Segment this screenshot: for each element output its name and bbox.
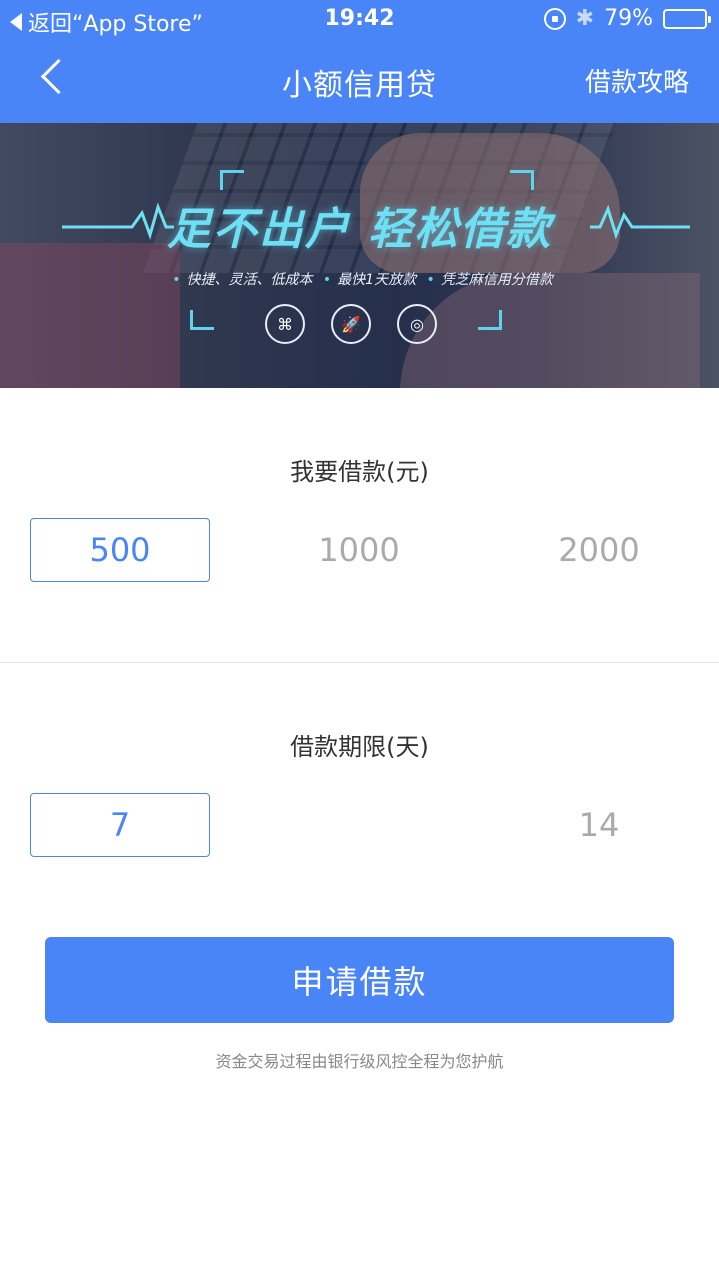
- battery-percent: 79%: [604, 6, 653, 31]
- computer-icon: ⌘: [265, 304, 305, 344]
- bluetooth-icon: ✱: [575, 6, 595, 31]
- nav-bar: 小额信用贷 借款攻略: [0, 40, 719, 123]
- term-option-14[interactable]: 14: [509, 793, 689, 857]
- feature-text: 快捷、灵活、低成本: [186, 272, 313, 288]
- feature-text: 最快1天放款: [337, 272, 417, 288]
- amount-title: 我要借款(元): [290, 458, 429, 486]
- status-bar: 返回“App Store” 19:42 ✱ 79%: [0, 0, 719, 40]
- loan-guide-link[interactable]: 借款攻略: [585, 62, 689, 99]
- bullet-dot-icon: •: [426, 272, 435, 288]
- term-option-7[interactable]: 7: [30, 793, 210, 857]
- frame-corner: [220, 170, 244, 190]
- battery-icon: [663, 8, 711, 29]
- security-note: 资金交易过程由银行级风控全程为您护航: [215, 1052, 504, 1071]
- amount-option-500[interactable]: 500: [30, 518, 210, 582]
- apply-loan-button[interactable]: 申请借款: [45, 937, 674, 1023]
- orientation-lock-icon: [543, 7, 566, 30]
- banner-features: • 快捷、灵活、低成本 • 最快1天放款 • 凭芝麻信用分借款: [0, 269, 719, 289]
- amount-option-2000[interactable]: 2000: [509, 518, 689, 582]
- frame-corner: [478, 310, 502, 330]
- header: 返回“App Store” 19:42 ✱ 79% 小额信用贷 借款攻略: [0, 0, 719, 123]
- bullet-dot-icon: •: [172, 272, 181, 288]
- coins-icon: ◎: [397, 304, 437, 344]
- frame-corner: [510, 170, 534, 190]
- banner-headline: 足不出户 轻松借款: [166, 204, 553, 255]
- banner-icons: ⌘ 🚀 ◎: [265, 304, 437, 344]
- frame-corner: [190, 310, 214, 330]
- bullet-dot-icon: •: [322, 272, 332, 288]
- promo-banner[interactable]: 足不出户 轻松借款 • 快捷、灵活、低成本 • 最快1天放款 • 凭芝麻信用分借款 ⌘…: [0, 123, 719, 388]
- amount-option-1000[interactable]: 1000: [269, 518, 449, 582]
- rocket-icon: 🚀: [331, 304, 371, 344]
- term-title: 借款期限(天): [290, 733, 429, 761]
- feature-text: 凭芝麻信用分借款: [440, 272, 553, 288]
- section-divider: [0, 662, 719, 663]
- status-indicators: ✱ 79%: [543, 6, 711, 31]
